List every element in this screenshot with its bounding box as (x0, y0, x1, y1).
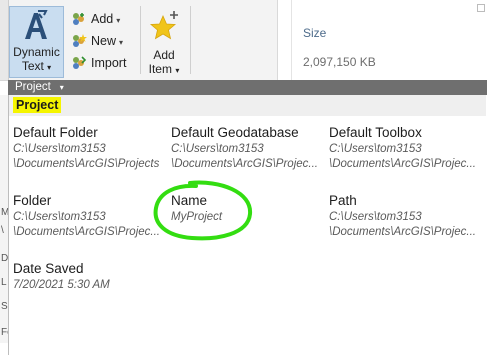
add-icon (73, 13, 84, 25)
ribbon-left-strip (0, 0, 9, 80)
property-name: Default Toolbox (329, 125, 422, 140)
file-explorer-pane: Size 2,097,150 KB (277, 0, 487, 80)
size-value: 2,097,150 KB (303, 55, 376, 69)
left-pane-edge: M \ D L S (0, 95, 9, 343)
property-value: C:\Users\tom3153 (13, 143, 106, 155)
left-pane-char: \ (1, 225, 4, 236)
property-name: Name (171, 193, 208, 208)
new-label: New (91, 34, 117, 48)
size-column-header[interactable]: Size (303, 26, 326, 40)
scroll-thumb[interactable] (477, 4, 485, 12)
property-default-geodatabase[interactable]: Default Geodatabase C:\Users\tom3153 \Do… (171, 125, 331, 172)
add-item-button[interactable]: Add Item ▾ (143, 8, 185, 76)
import-icon (73, 56, 87, 69)
ribbon-separator-2 (190, 6, 191, 74)
property-path[interactable]: Path C:\Users\tom3153 \Documents\ArcGIS\… (329, 193, 487, 240)
property-name: Date Saved (13, 261, 84, 276)
property-value: C:\Users\tom3153 (171, 143, 264, 155)
project-properties-popup: Project Default Folder C:\Users\tom3153 … (8, 95, 486, 355)
popup-title-bar[interactable]: Project ▾ (8, 80, 487, 95)
property-value: \Documents\ArcGIS\Projec... (13, 226, 160, 238)
property-value: \Documents\ArcGIS\Projec... (329, 226, 476, 238)
dynamic-text-icon (25, 10, 48, 39)
property-name: Default Geodatabase (171, 125, 299, 140)
add-caret-icon: ▾ (116, 16, 121, 25)
popup-title: Project (15, 81, 51, 93)
ribbon-separator (140, 6, 141, 74)
property-value: C:\Users\tom3153 (329, 211, 422, 223)
new-caret-icon: ▾ (119, 38, 124, 47)
property-default-toolbox[interactable]: Default Toolbox C:\Users\tom3153 \Docume… (329, 125, 487, 172)
add-item-label-line1: Add (153, 48, 175, 62)
left-pane-bottom: Folders (0, 325, 8, 343)
add-item-label-line2: Item ▾ (148, 62, 180, 76)
property-folder[interactable]: Folder C:\Users\tom3153 \Documents\ArcGI… (13, 193, 173, 240)
popup-header: Project (9, 95, 486, 116)
property-name-field[interactable]: Name MyProject (171, 193, 331, 225)
new-icon (73, 34, 87, 47)
ribbon: Dynamic Text ▾ Add ▾ New ▾ Import Add It… (0, 0, 277, 81)
dynamic-text-button[interactable]: Dynamic Text ▾ (9, 6, 64, 78)
import-label: Import (91, 56, 127, 70)
dynamic-text-label-line1: Dynamic (13, 45, 60, 59)
property-default-folder[interactable]: Default Folder C:\Users\tom3153 \Documen… (13, 125, 173, 172)
property-name: Default Folder (13, 125, 98, 140)
import-button[interactable]: Import (71, 52, 137, 74)
property-value: C:\Users\tom3153 (13, 211, 106, 223)
property-name: Path (329, 193, 357, 208)
property-value: MyProject (171, 211, 223, 223)
left-pane-char: L (1, 277, 7, 288)
folders-label: Folders (1, 327, 8, 338)
star-plus-icon (149, 11, 178, 40)
column-divider (291, 0, 292, 80)
left-pane-char: S (1, 301, 8, 312)
property-date-saved[interactable]: Date Saved 7/20/2021 5:30 AM (13, 261, 173, 293)
property-value: \Documents\ArcGIS\Projects (13, 158, 160, 170)
add-button[interactable]: Add ▾ (71, 8, 137, 30)
dynamic-text-label-line2: Text ▾ (21, 59, 52, 73)
property-name: Folder (13, 193, 52, 208)
project-heading-highlighted: Project (13, 97, 62, 113)
property-value: \Documents\ArcGIS\Projec... (329, 158, 476, 170)
property-value: \Documents\ArcGIS\Projec... (171, 158, 318, 170)
new-button[interactable]: New ▾ (71, 30, 137, 52)
add-label: Add (91, 12, 114, 26)
chevron-down-icon[interactable]: ▾ (53, 83, 64, 92)
property-value: C:\Users\tom3153 (329, 143, 422, 155)
property-value: 7/20/2021 5:30 AM (13, 279, 110, 291)
insert-button-group: Add ▾ New ▾ Import (71, 8, 137, 74)
scrollbar[interactable] (474, 0, 486, 80)
